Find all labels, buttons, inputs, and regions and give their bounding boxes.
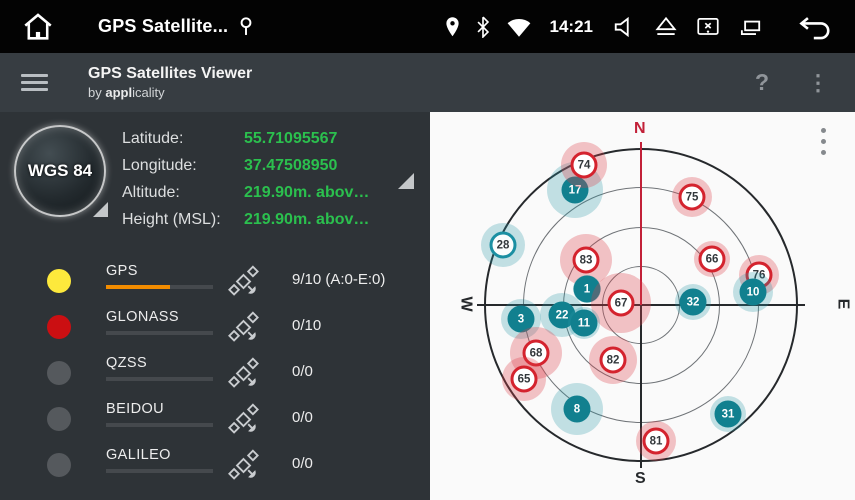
system-name: GALILEO xyxy=(106,447,171,463)
satellite-badge: 81 xyxy=(643,428,670,455)
status-dot xyxy=(47,315,71,339)
page-title: GPS Satellites Viewer xyxy=(88,65,252,83)
system-row-glonass[interactable]: GLONASS 0/10 xyxy=(0,304,430,350)
satellite-count: 0/10 xyxy=(292,317,321,334)
satellite-count: 0/0 xyxy=(292,455,313,472)
status-dot xyxy=(47,407,71,431)
status-dot xyxy=(47,453,71,477)
signal-bar xyxy=(106,377,213,381)
satellite-badge: 74 xyxy=(571,152,598,179)
height-msl-label: Height (MSL): xyxy=(122,211,244,229)
satellite-badge: 31 xyxy=(715,401,742,428)
clock: 14:21 xyxy=(550,17,593,37)
satellite-badge: 67 xyxy=(608,290,635,317)
system-row-gps[interactable]: GPS 9/10 (A:0-E:0) xyxy=(0,258,430,304)
satellite-badge: 32 xyxy=(680,289,707,316)
south-label: S xyxy=(635,470,646,488)
latitude-value: 55.71095567 xyxy=(244,130,337,148)
satellite-icon xyxy=(227,357,260,390)
satellite-badge: 66 xyxy=(699,246,726,273)
home-icon[interactable] xyxy=(20,10,56,44)
page-subtitle: by applicality xyxy=(88,85,252,100)
sky-plot: N S W E 17747528836676101673232211688265… xyxy=(430,112,855,500)
datum-label: WGS 84 xyxy=(28,161,92,181)
system-row-beidou[interactable]: BEIDOU 0/0 xyxy=(0,396,430,442)
wifi-icon xyxy=(506,16,532,38)
location-icon xyxy=(445,16,460,38)
toolbar-titles: GPS Satellites Viewer by applicality xyxy=(88,65,252,100)
system-row-qzss[interactable]: QZSS 0/0 xyxy=(0,350,430,396)
satellite-count: 0/0 xyxy=(292,409,313,426)
signal-bar xyxy=(106,423,213,427)
satellite-icon xyxy=(227,265,260,298)
status-dot xyxy=(47,361,71,385)
satellite-badge: 10 xyxy=(740,279,767,306)
system-name: QZSS xyxy=(106,355,147,371)
datum-globe[interactable]: WGS 84 xyxy=(14,125,106,217)
satellite-icon xyxy=(227,403,260,436)
satellite-badge: 75 xyxy=(679,184,706,211)
latitude-label: Latitude: xyxy=(122,130,244,148)
altitude-label: Altitude: xyxy=(122,184,244,202)
system-name: BEIDOU xyxy=(106,401,164,417)
satellite-systems-list: GPS 9/10 (A:0-E:0) GLONASS 0/10 QZSS xyxy=(0,258,430,488)
system-name: GLONASS xyxy=(106,309,179,325)
eject-icon[interactable] xyxy=(653,15,679,39)
satellite-icon xyxy=(227,449,260,482)
help-button[interactable]: ? xyxy=(755,69,769,96)
altitude-value: 219.90m. abov… xyxy=(244,184,369,202)
satellite-icon xyxy=(227,311,260,344)
satellite-badge: 28 xyxy=(490,232,517,259)
satellite-count: 0/0 xyxy=(292,363,313,380)
signal-bar xyxy=(106,285,213,289)
globe-expander-icon xyxy=(93,202,108,217)
east-label: E xyxy=(833,299,851,310)
coordinates-section: WGS 84 Latitude:55.71095567 Longitude:37… xyxy=(14,125,426,233)
signal-bar xyxy=(106,331,213,335)
status-dot xyxy=(47,269,71,293)
longitude-label: Longitude: xyxy=(122,157,244,175)
overflow-menu-icon[interactable]: ⋮ xyxy=(807,70,829,96)
system-name: GPS xyxy=(106,263,138,279)
status-bar: GPS Satellite... 14:21 xyxy=(0,0,855,53)
system-row-galileo[interactable]: GALILEO 0/0 xyxy=(0,442,430,488)
signal-bar xyxy=(106,469,213,473)
longitude-value: 37.47508950 xyxy=(244,157,337,175)
satellite-count: 9/10 (A:0-E:0) xyxy=(292,271,385,288)
coordinates-table: Latitude:55.71095567 Longitude:37.475089… xyxy=(122,125,426,233)
coords-expander-icon[interactable] xyxy=(398,173,414,189)
bluetooth-icon xyxy=(476,16,490,38)
info-panel: WGS 84 Latitude:55.71095567 Longitude:37… xyxy=(0,112,430,500)
satellite-badge: 8 xyxy=(564,396,591,423)
toolbar: GPS Satellites Viewer by applicality ? ⋮ xyxy=(0,53,855,112)
plot-overflow-menu-icon[interactable] xyxy=(821,128,827,161)
recent-apps-icon[interactable] xyxy=(737,15,763,39)
screen-off-icon[interactable] xyxy=(695,15,721,39)
north-label: N xyxy=(634,120,646,138)
location-pin-icon xyxy=(238,16,254,38)
app-title: GPS Satellite... xyxy=(98,16,228,37)
satellite-badge: 82 xyxy=(600,347,627,374)
height-msl-value: 219.90m. abov… xyxy=(244,211,369,229)
satellite-badge: 65 xyxy=(511,366,538,393)
volume-icon[interactable] xyxy=(613,15,637,39)
menu-icon[interactable] xyxy=(21,70,48,95)
back-icon[interactable] xyxy=(797,14,833,40)
west-label: W xyxy=(457,296,475,311)
status-icons: 14:21 xyxy=(429,14,833,40)
satellite-badge: 11 xyxy=(571,310,598,337)
satellite-badge: 83 xyxy=(573,247,600,274)
